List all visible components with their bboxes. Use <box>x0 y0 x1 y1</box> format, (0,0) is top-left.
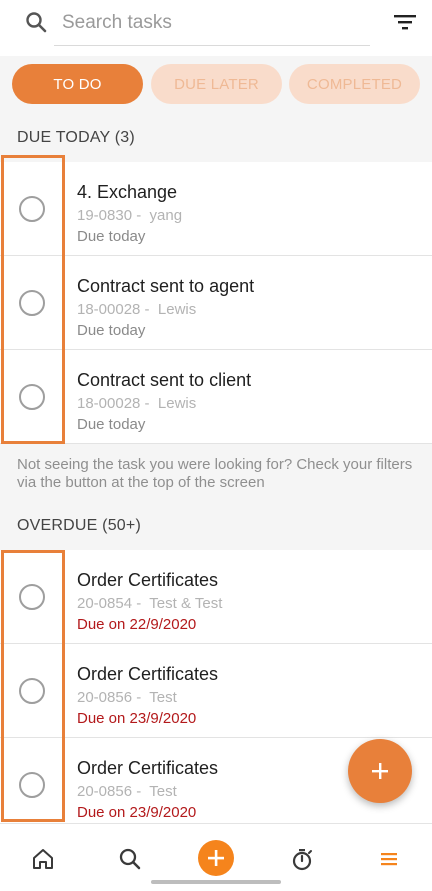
task-title: Order Certificates <box>77 570 219 590</box>
task-title: Order Certificates <box>77 758 219 778</box>
stopwatch-icon[interactable] <box>289 846 315 872</box>
app-screen: TO DO DUE LATER COMPLETED DUE TODAY (3) … <box>0 0 432 891</box>
task-title: Order Certificates <box>77 664 219 684</box>
task-title: Contract sent to client <box>77 370 252 390</box>
add-task-button[interactable] <box>348 739 412 803</box>
task-meta: 20-0856 - Test <box>77 689 177 706</box>
task-row[interactable]: 4. Exchange 19-0830 - yang Due today <box>0 162 432 256</box>
task-due: Due on 23/9/2020 <box>77 710 197 727</box>
task-complete-checkbox[interactable] <box>19 290 45 316</box>
task-title: 4. Exchange <box>77 182 178 202</box>
search-icon[interactable] <box>117 846 143 872</box>
task-meta: 19-0830 - yang <box>77 207 183 224</box>
search-icon[interactable] <box>24 10 48 34</box>
task-due: Due on 23/9/2020 <box>77 804 197 821</box>
nav-add-button[interactable] <box>198 840 234 876</box>
task-complete-checkbox[interactable] <box>19 384 45 410</box>
overdue-header: OVERDUE (50+) <box>17 517 141 534</box>
due-today-header: DUE TODAY (3) <box>17 129 135 146</box>
task-due: Due today <box>77 416 146 433</box>
tab-due-later[interactable]: DUE LATER <box>151 64 282 104</box>
task-due: Due today <box>77 228 146 245</box>
tab-completed[interactable]: COMPLETED <box>289 64 420 104</box>
task-complete-checkbox[interactable] <box>19 196 45 222</box>
menu-icon[interactable] <box>376 846 402 872</box>
task-row[interactable]: Contract sent to agent 18-00028 - Lewis … <box>0 256 432 350</box>
task-title: Contract sent to agent <box>77 276 255 296</box>
task-meta: 20-0854 - Test & Test <box>77 595 223 612</box>
filter-hint: Not seeing the task you were looking for… <box>17 456 413 491</box>
task-complete-checkbox[interactable] <box>19 584 45 610</box>
filter-icon[interactable] <box>392 9 418 35</box>
task-due: Due on 22/9/2020 <box>77 616 197 633</box>
plus-icon <box>208 850 224 866</box>
task-meta: 18-00028 - Lewis <box>77 395 197 412</box>
plus-icon <box>372 763 388 779</box>
task-meta: 20-0856 - Test <box>77 783 177 800</box>
task-tabs: TO DO DUE LATER COMPLETED <box>0 56 432 112</box>
task-row[interactable]: Order Certificates 20-0856 - Test Due on… <box>0 644 432 738</box>
home-indicator[interactable] <box>151 880 281 884</box>
task-row[interactable]: Contract sent to client 18-00028 - Lewis… <box>0 350 432 444</box>
home-icon[interactable] <box>30 846 56 872</box>
task-row[interactable]: Order Certificates 20-0854 - Test & Test… <box>0 550 432 644</box>
tab-to-do[interactable]: TO DO <box>12 64 143 104</box>
task-complete-checkbox[interactable] <box>19 772 45 798</box>
task-complete-checkbox[interactable] <box>19 678 45 704</box>
search-bar <box>0 0 432 56</box>
task-due: Due today <box>77 322 146 339</box>
search-input[interactable] <box>54 0 370 46</box>
task-meta: 18-00028 - Lewis <box>77 301 197 318</box>
